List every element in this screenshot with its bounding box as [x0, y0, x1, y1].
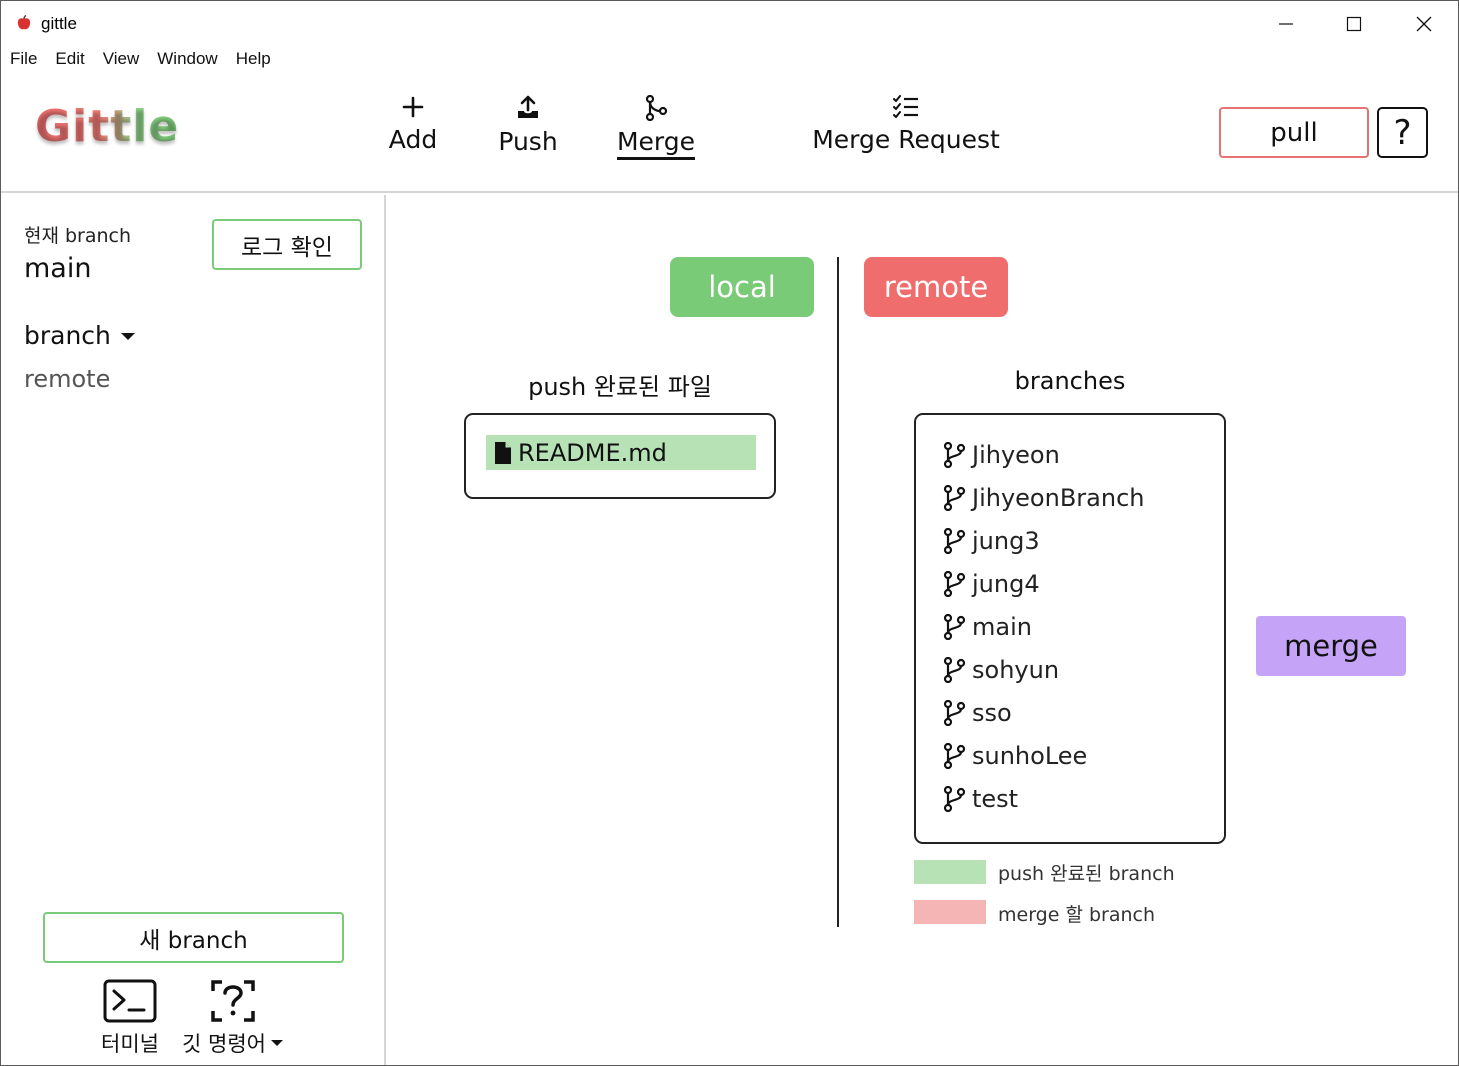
branch-item[interactable]: sohyun	[942, 652, 1059, 688]
merge-label: Merge	[616, 127, 696, 160]
file-item[interactable]: README.md	[486, 435, 756, 470]
branch-item[interactable]: jung4	[942, 566, 1040, 602]
git-merge-icon	[645, 95, 668, 121]
branch-name: sohyun	[972, 656, 1060, 684]
menu-view[interactable]: View	[94, 45, 149, 73]
push-label: Push	[498, 127, 558, 156]
menu-help[interactable]: Help	[227, 45, 280, 73]
plus-icon	[402, 96, 424, 118]
branch-item[interactable]: JihyeonBranch	[942, 480, 1144, 516]
branch-name: test	[972, 785, 1019, 813]
git-branch-icon	[943, 442, 966, 468]
file-icon	[495, 441, 511, 464]
git-branch-icon	[943, 571, 966, 597]
logo: Gittle	[35, 101, 180, 152]
close-icon	[1416, 16, 1432, 32]
checklist-icon	[893, 95, 918, 118]
question-frame-icon	[211, 980, 255, 1022]
menu-edit[interactable]: Edit	[46, 45, 93, 73]
legend-merge-swatch	[914, 900, 986, 924]
maximize-button[interactable]	[1319, 2, 1389, 46]
branch-name: JihyeonBranch	[972, 484, 1145, 512]
git-commands-text: 깃 명령어	[182, 1032, 266, 1056]
branch-name: Jihyeon	[972, 441, 1060, 469]
current-branch-value: main	[24, 253, 92, 284]
pushed-files-panel: README.md	[464, 413, 776, 499]
branch-item[interactable]: sunhoLee	[942, 738, 1087, 774]
branch-item[interactable]: jung3	[942, 523, 1040, 559]
git-branch-icon	[943, 657, 966, 683]
merge-button[interactable]: merge	[1256, 616, 1406, 676]
branch-name: sso	[972, 699, 1012, 727]
file-name: README.md	[518, 438, 667, 467]
git-commands-label: 깃 명령어	[182, 1028, 284, 1058]
terminal-icon	[103, 979, 157, 1023]
push-button[interactable]: Push	[491, 95, 565, 156]
branch-item[interactable]: Jihyeon	[942, 437, 1060, 473]
branch-dropdown[interactable]: branch	[24, 321, 137, 350]
new-branch-button[interactable]: 새 branch	[43, 912, 344, 963]
title-bar: gittle	[1, 1, 1458, 45]
merge-request-label: Merge Request	[812, 125, 1000, 154]
sidebar: 현재 branch main 로그 확인 branch remote 새 bra…	[1, 195, 386, 1065]
help-button[interactable]: ?	[1377, 107, 1428, 158]
git-branch-icon	[943, 743, 966, 769]
branch-item[interactable]: sso	[942, 695, 1012, 731]
section-divider	[837, 257, 839, 927]
branch-name: jung3	[972, 527, 1040, 555]
git-branch-icon	[943, 528, 966, 554]
git-branch-icon	[943, 700, 966, 726]
add-button[interactable]: Add	[382, 95, 444, 154]
apple-icon	[16, 14, 32, 31]
git-branch-icon	[943, 786, 966, 812]
window-title: gittle	[41, 14, 77, 33]
pull-button[interactable]: pull	[1219, 107, 1369, 158]
menu-bar: File Edit View Window Help	[1, 45, 1458, 75]
minimize-icon	[1279, 23, 1293, 25]
merge-request-button[interactable]: Merge Request	[812, 95, 1000, 154]
terminal-button[interactable]: 터미널	[97, 978, 163, 1058]
branch-item[interactable]: test	[942, 781, 1018, 817]
legend-merge-label: merge 할 branch	[998, 904, 1156, 926]
local-badge: local	[670, 257, 814, 317]
current-branch-label: 현재 branch	[24, 225, 132, 247]
remote-badge: remote	[864, 257, 1008, 317]
git-branch-icon	[943, 485, 966, 511]
close-button[interactable]	[1389, 2, 1459, 46]
branch-name: jung4	[972, 570, 1040, 598]
branch-name: main	[972, 613, 1032, 641]
branch-item[interactable]: main	[942, 609, 1032, 645]
view-log-button[interactable]: 로그 확인	[212, 219, 362, 270]
menu-file[interactable]: File	[1, 45, 46, 73]
remote-link[interactable]: remote	[24, 365, 110, 393]
git-branch-icon	[943, 614, 966, 640]
branch-name: sunhoLee	[972, 742, 1088, 770]
legend-pushed-label: push 완료된 branch	[998, 863, 1175, 885]
branches-title: branches	[1014, 367, 1126, 395]
caret-down-icon	[270, 1040, 283, 1046]
upload-icon	[518, 95, 538, 118]
caret-down-icon	[120, 332, 135, 340]
git-commands-button[interactable]: 깃 명령어	[177, 978, 289, 1058]
minimize-button[interactable]	[1251, 2, 1321, 46]
legend-pushed-swatch	[914, 860, 986, 884]
add-label: Add	[388, 125, 438, 154]
menu-window[interactable]: Window	[148, 45, 226, 73]
terminal-label: 터미널	[101, 1032, 159, 1056]
app-header: Gittle Add Push Merge Merge Request pull…	[1, 75, 1458, 193]
merge-tab[interactable]: Merge	[613, 95, 699, 160]
branch-dropdown-label: branch	[24, 321, 111, 350]
pushed-files-title: push 완료된 파일	[528, 373, 712, 401]
maximize-icon	[1346, 16, 1362, 32]
branches-panel: Jihyeon JihyeonBranch jung3 jung4 main s…	[914, 413, 1226, 844]
